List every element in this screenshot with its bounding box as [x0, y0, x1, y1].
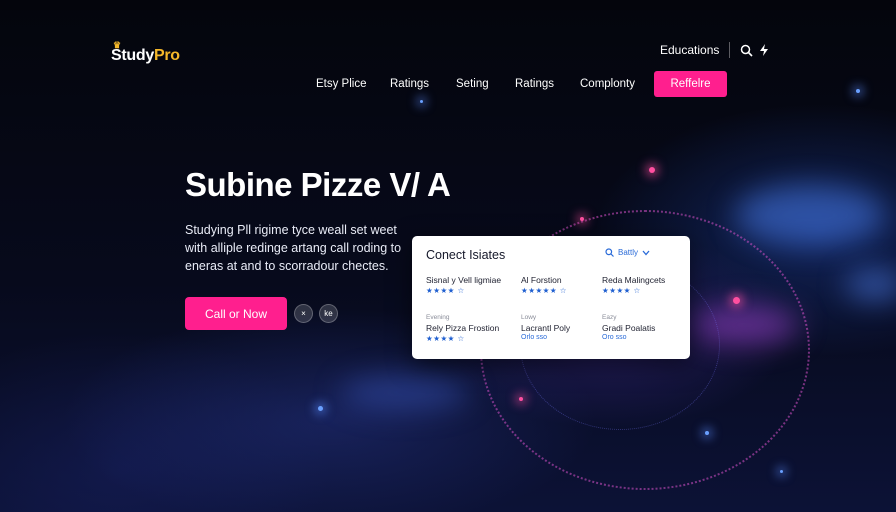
item-name: Reda Malingcets: [602, 275, 666, 285]
card-list-item[interactable]: Eazy Gradi Poalatis Oro sso: [602, 314, 655, 341]
brand-logo[interactable]: ♛ StudyPro: [111, 40, 180, 65]
item-meta: Oro sso: [602, 334, 627, 341]
logo-text-accent: Pro: [153, 47, 180, 64]
card-list-item[interactable]: Sisnal y Vell ligmiae ★★★★ ☆: [426, 266, 501, 295]
nav-item-seting[interactable]: Seting: [456, 78, 489, 90]
item-rating-stars: ★★★★ ☆: [426, 286, 465, 295]
nebula-cloud: [735, 185, 885, 245]
item-category: Lowy: [521, 314, 537, 321]
search-icon: [605, 248, 614, 257]
nebula-cloud: [845, 270, 896, 300]
card-filter-dropdown[interactable]: Battly: [605, 248, 650, 257]
top-divider: [729, 42, 730, 58]
glow-dot: [705, 431, 709, 435]
item-category: [521, 266, 567, 274]
hero-title: Subine Pizze V/ A: [185, 166, 451, 203]
item-category: [602, 266, 665, 274]
search-icon[interactable]: [738, 42, 754, 58]
hero-description: Studying Pll rigime tyce weall set weet …: [185, 223, 402, 273]
item-rating-stars: ★★★★★ ☆: [521, 286, 567, 295]
item-name: Rely Pizza Frostion: [426, 323, 500, 333]
nebula-cloud: [340, 375, 470, 410]
close-icon[interactable]: ×: [294, 304, 313, 323]
glow-dot: [580, 217, 584, 221]
glow-dot: [856, 89, 860, 93]
item-category: Evening: [426, 314, 450, 321]
call-now-button[interactable]: Call or Now: [185, 297, 287, 330]
educations-link[interactable]: Educations: [660, 43, 719, 57]
item-name: Sisnal y Vell ligmiae: [426, 275, 502, 285]
card-filter-label: Battly: [618, 248, 639, 257]
crown-icon: ♛: [113, 40, 121, 50]
item-category: [426, 266, 501, 274]
nav-item-ratings-2[interactable]: Ratings: [515, 78, 554, 90]
bolt-icon[interactable]: [756, 42, 772, 58]
profile-icon-button[interactable]: ke: [319, 304, 338, 323]
nav-item-complonty[interactable]: Complonty: [580, 78, 635, 90]
nav-item-etsy-plice[interactable]: Etsy Plice: [316, 78, 367, 90]
glow-dot: [733, 297, 740, 304]
card-list-item[interactable]: Al Forstion ★★★★★ ☆: [521, 266, 567, 295]
card-list-item[interactable]: Lowy Lacrantl Poly Orlo sso: [521, 314, 570, 341]
card-list-item[interactable]: Reda Malingcets ★★★★ ☆: [602, 266, 665, 295]
item-rating-stars: ★★★★ ☆: [426, 334, 465, 343]
card-list-item[interactable]: Evening Rely Pizza Frostion ★★★★ ☆: [426, 314, 499, 343]
item-rating-stars: ★★★★ ☆: [602, 286, 641, 295]
glow-dot: [649, 167, 655, 173]
nav-cta-button[interactable]: Reffelre: [654, 71, 727, 97]
nav-item-ratings[interactable]: Ratings: [390, 78, 429, 90]
glow-dot: [420, 100, 423, 103]
ratings-card: Conect Isiates Battly Sisnal y Vell ligm…: [412, 236, 690, 359]
item-meta: Orlo sso: [521, 334, 548, 341]
item-category: Eazy: [602, 314, 617, 321]
chevron-down-icon: [642, 250, 650, 255]
glow-dot: [780, 470, 783, 473]
glow-dot: [318, 406, 323, 411]
item-name: Gradi Poalatis: [602, 323, 656, 333]
item-name: Lacrantl Poly: [521, 323, 571, 333]
item-name: Al Forstion: [521, 275, 562, 285]
card-title: Conect Isiates: [426, 248, 506, 262]
glow-dot: [519, 397, 523, 401]
